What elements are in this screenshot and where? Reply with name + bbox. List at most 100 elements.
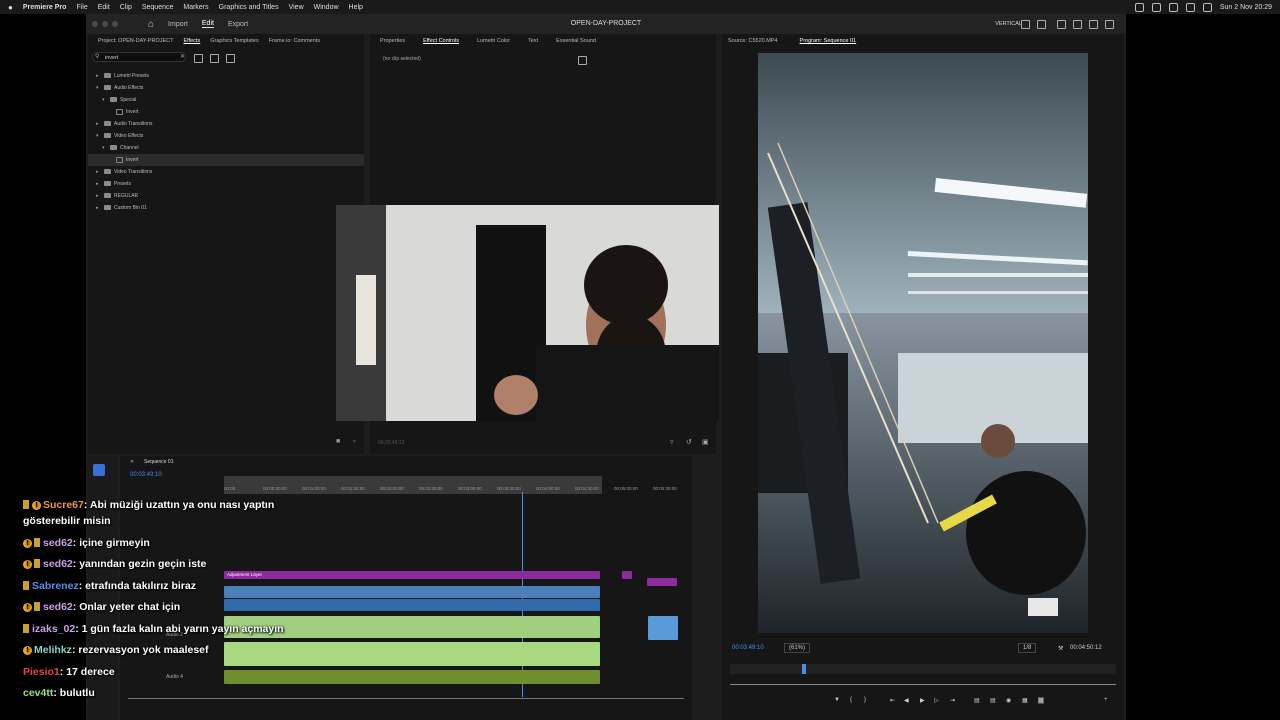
menu-help[interactable]: Help: [349, 4, 363, 11]
tree-item-video-transitions[interactable]: ▸ Video Transitions: [88, 166, 364, 178]
program-video-frame[interactable]: [758, 53, 1088, 633]
timeline-timecode[interactable]: 00:03:49:10: [130, 472, 162, 478]
chevron-down-icon[interactable]: ▾: [102, 142, 110, 154]
chevron-right-icon[interactable]: ▸: [96, 118, 104, 130]
menu-app-name[interactable]: Premiere Pro: [23, 4, 67, 11]
tree-item-regular[interactable]: ▸ REGULAR: [88, 190, 364, 202]
in-point-icon[interactable]: {: [850, 697, 852, 703]
go-to-out-icon[interactable]: ⇥: [950, 697, 955, 704]
tab-text[interactable]: Text: [528, 38, 538, 44]
menu-markers[interactable]: Markers: [183, 4, 208, 11]
chevron-right-icon[interactable]: ▸: [96, 190, 104, 202]
tab-lumetri-color[interactable]: Lumetri Color: [477, 38, 510, 44]
tree-item-invert[interactable]: Invert: [88, 106, 364, 118]
tree-item-special[interactable]: ▾ Special: [88, 94, 364, 106]
resolution-select[interactable]: 1/8: [1018, 643, 1037, 653]
camera-icon[interactable]: ◉: [1006, 697, 1011, 704]
yuv-effects-icon[interactable]: [226, 54, 235, 63]
playhead[interactable]: [802, 664, 806, 674]
tab-essential-sound[interactable]: Essential Sound: [556, 38, 596, 44]
video-clip-end[interactable]: [648, 616, 678, 640]
chevron-right-icon[interactable]: ▸: [96, 202, 104, 214]
32bit-effects-icon[interactable]: [210, 54, 219, 63]
tab-graphics-templates[interactable]: Graphics Templates: [210, 38, 259, 44]
tab-frameio[interactable]: Frame.io: Comments: [269, 38, 320, 44]
tree-item-audio-transitions[interactable]: ▸ Audio Transitions: [88, 118, 364, 130]
lift-icon[interactable]: ▤: [974, 697, 980, 704]
chevron-down-icon[interactable]: ▾: [96, 130, 104, 142]
menu-view[interactable]: View: [289, 4, 304, 11]
clock[interactable]: Sun 2 Nov 20:29: [1220, 4, 1272, 11]
home-icon[interactable]: ⌂: [148, 19, 154, 30]
close-window-button[interactable]: [92, 21, 98, 27]
play-icon[interactable]: ▶: [920, 697, 925, 704]
adjustment-layer-clip-3[interactable]: [647, 578, 677, 586]
zoom-select[interactable]: (61%): [784, 643, 811, 653]
accelerated-effects-icon[interactable]: [194, 54, 203, 63]
new-bin-icon[interactable]: ■: [336, 438, 340, 445]
apple-icon[interactable]: ●: [8, 3, 13, 12]
sequence-tab[interactable]: Sequence 01: [144, 459, 173, 465]
chevron-right-icon[interactable]: ▸: [96, 178, 104, 190]
maximize-icon[interactable]: [1073, 20, 1082, 29]
chevron-right-icon[interactable]: ▸: [96, 70, 104, 82]
marker-icon[interactable]: ▼: [834, 697, 840, 703]
tree-item-channel[interactable]: ▾ Channel: [88, 142, 364, 154]
tab-import[interactable]: Import: [168, 21, 188, 28]
menu-edit[interactable]: Edit: [98, 4, 110, 11]
tree-item-custom-bin-01[interactable]: ▸ Custom Bin 01: [88, 202, 364, 214]
tab-project[interactable]: Project: OPEN-DAY-PROJECT: [98, 38, 174, 44]
audio-icon[interactable]: ▣: [702, 438, 709, 446]
fullscreen-icon[interactable]: [1105, 20, 1114, 29]
trash-icon[interactable]: ▫: [353, 438, 355, 445]
chevron-right-icon[interactable]: ▸: [96, 166, 104, 178]
wrench-icon[interactable]: ⚒: [1058, 645, 1063, 652]
tab-effect-controls[interactable]: Effect Controls: [423, 38, 459, 44]
clear-search-icon[interactable]: ✕: [180, 53, 185, 60]
filter-icon[interactable]: ▿: [670, 438, 674, 446]
share-icon[interactable]: [1037, 20, 1046, 29]
effects-search-input[interactable]: invert: [92, 52, 186, 62]
tab-effects[interactable]: Effects: [184, 38, 201, 44]
status-icon[interactable]: [1134, 2, 1144, 12]
tree-item-presets[interactable]: ▸ Presets: [88, 178, 364, 190]
tree-item-audio-effects[interactable]: ▾ Audio Effects: [88, 82, 364, 94]
menu-sequence[interactable]: Sequence: [142, 4, 174, 11]
search-icon[interactable]: [1089, 20, 1098, 29]
adjustment-layer-clip-2[interactable]: [622, 571, 632, 579]
menu-file[interactable]: File: [76, 4, 87, 11]
comparison-icon[interactable]: ▦: [1022, 697, 1028, 704]
chevron-down-icon[interactable]: ▾: [102, 94, 110, 106]
out-point-icon[interactable]: }: [864, 697, 866, 703]
control-center-icon[interactable]: [1202, 2, 1212, 12]
tab-edit[interactable]: Edit: [201, 20, 214, 28]
program-scrubber[interactable]: [730, 664, 1116, 674]
workspace-label[interactable]: VERTICAL: [995, 21, 1022, 27]
step-back-icon[interactable]: ◀: [904, 697, 909, 704]
program-timecode[interactable]: 00:03:49:10: [732, 645, 764, 651]
menu-clip[interactable]: Clip: [120, 4, 132, 11]
selection-tool-icon[interactable]: [93, 464, 105, 476]
tab-program[interactable]: Program: Sequence 01: [800, 38, 857, 44]
extract-icon[interactable]: ▤: [990, 697, 996, 704]
tree-item-invert[interactable]: Invert: [88, 154, 364, 166]
zoom-bar[interactable]: [730, 684, 1116, 685]
chevron-down-icon[interactable]: ▾: [96, 82, 104, 94]
wifi-icon[interactable]: [1151, 2, 1161, 12]
search-icon[interactable]: [1185, 2, 1195, 12]
tab-source[interactable]: Source: C5520.MP4: [728, 38, 778, 44]
tree-item-lumetri-presets[interactable]: ▸ Lumetri Presets: [88, 70, 364, 82]
menu-window[interactable]: Window: [314, 4, 339, 11]
menu-icon[interactable]: [1057, 20, 1066, 29]
close-sequence-icon[interactable]: ✕: [130, 459, 134, 465]
minimize-window-button[interactable]: [102, 21, 108, 27]
maximize-window-button[interactable]: [112, 21, 118, 27]
tab-export[interactable]: Export: [228, 21, 248, 28]
menu-graphics[interactable]: Graphics and Titles: [219, 4, 279, 11]
tab-properties[interactable]: Properties: [380, 38, 405, 44]
tree-item-video-effects[interactable]: ▾ Video Effects: [88, 130, 364, 142]
export-icon[interactable]: ↺: [686, 438, 692, 446]
timeline-view-icon[interactable]: [578, 56, 587, 65]
step-forward-icon[interactable]: ▷: [934, 697, 939, 704]
workspace-icon[interactable]: [1021, 20, 1030, 29]
